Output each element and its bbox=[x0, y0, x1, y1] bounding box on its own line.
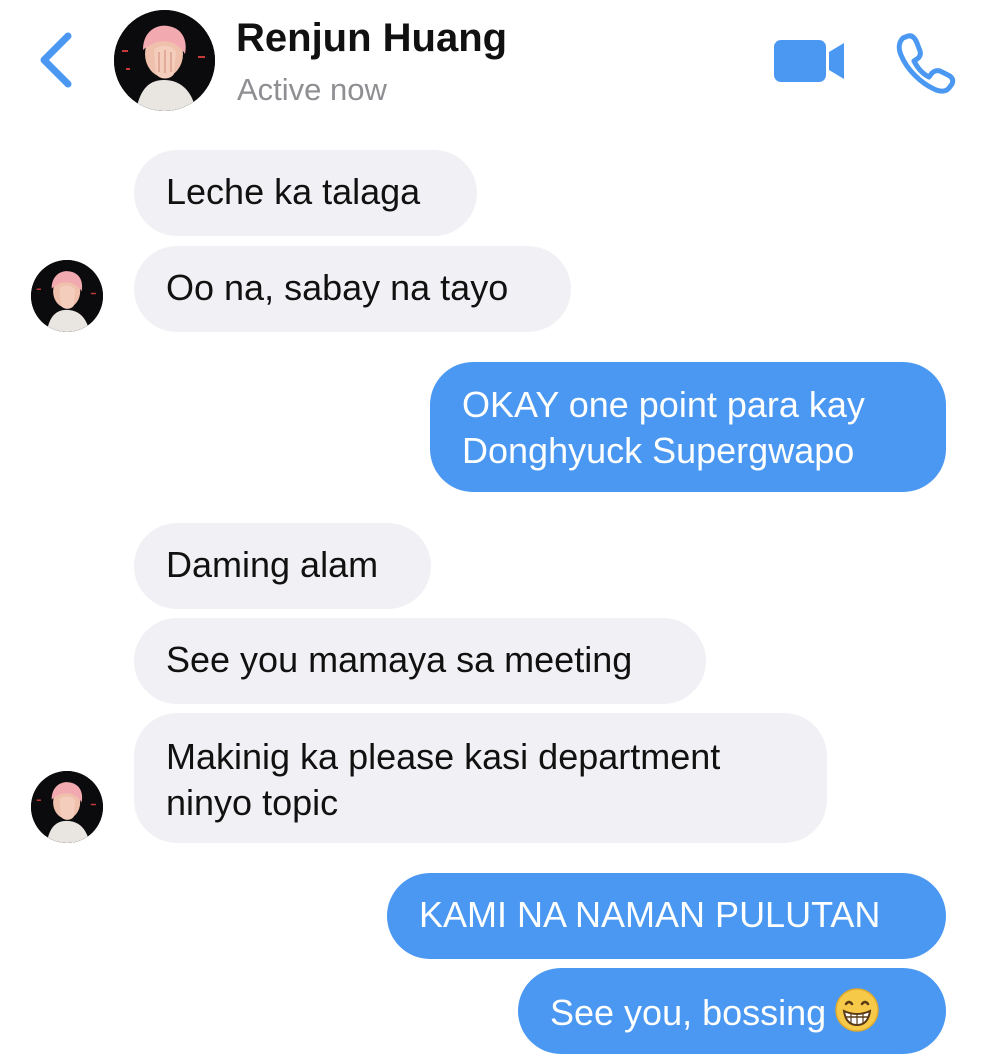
message-bubble-incoming[interactable]: Daming alam bbox=[134, 523, 431, 609]
message-text-line: OKAY one point para kay bbox=[462, 384, 865, 425]
back-button[interactable] bbox=[36, 30, 76, 90]
message-bubble-outgoing[interactable]: OKAY one point para kay Donghyuck Superg… bbox=[430, 362, 946, 492]
message-text: Oo na, sabay na tayo bbox=[166, 267, 509, 308]
message-text: Daming alam bbox=[166, 544, 379, 585]
message-text-line: Makinig ka please kasi department bbox=[166, 736, 721, 777]
message-bubble-outgoing[interactable]: See you, bossing bbox=[518, 968, 946, 1054]
contact-avatar[interactable] bbox=[114, 10, 215, 111]
message-text-line: Donghyuck Supergwapo bbox=[462, 430, 855, 471]
message-text: Leche ka talaga bbox=[166, 171, 421, 212]
video-camera-icon bbox=[774, 40, 844, 82]
contact-avatar-small[interactable] bbox=[31, 260, 103, 332]
voice-call-button[interactable] bbox=[894, 30, 958, 94]
active-status: Active now bbox=[237, 72, 387, 107]
conversation-header: Renjun Huang Active now bbox=[0, 0, 1008, 130]
contact-avatar-small[interactable] bbox=[31, 771, 103, 843]
contact-name[interactable]: Renjun Huang bbox=[236, 16, 507, 61]
message-bubble-incoming[interactable]: Oo na, sabay na tayo bbox=[134, 246, 571, 332]
phone-icon bbox=[896, 33, 956, 94]
message-text: See you mamaya sa meeting bbox=[166, 639, 633, 680]
message-bubble-outgoing[interactable]: KAMI NA NAMAN PULUTAN bbox=[387, 873, 946, 959]
message-text-line: ninyo topic bbox=[166, 782, 339, 823]
video-call-button[interactable] bbox=[772, 38, 846, 84]
message-bubble-incoming[interactable]: Leche ka talaga bbox=[134, 150, 477, 236]
message-bubble-incoming[interactable]: See you mamaya sa meeting bbox=[134, 618, 706, 704]
chevron-left-icon bbox=[40, 32, 72, 88]
grinning-face-icon bbox=[834, 987, 880, 1044]
message-text: KAMI NA NAMAN PULUTAN bbox=[419, 894, 881, 935]
message-bubble-incoming[interactable]: Makinig ka please kasi department ninyo … bbox=[134, 713, 827, 843]
message-text: See you, bossing bbox=[550, 992, 827, 1033]
